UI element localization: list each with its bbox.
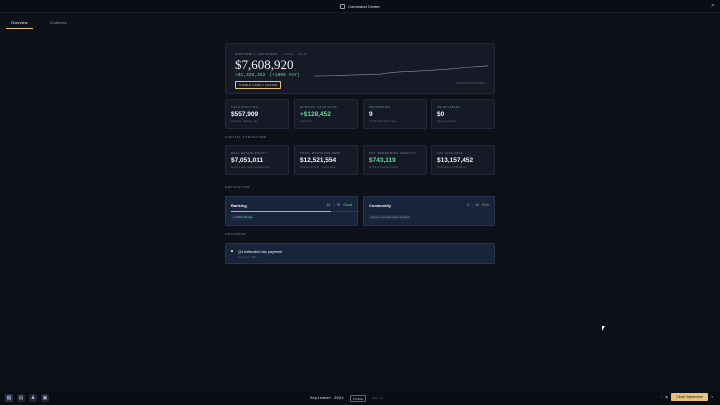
status-badge: STABLE FAMILY OFFICE <box>235 81 282 89</box>
capital-real-estate-equity: REAL ESTATE EQUITY $7,051,011 Property v… <box>225 145 289 175</box>
tab-bar: Overview Channels <box>6 18 72 29</box>
trash-icon[interactable]: ▤ <box>17 394 25 402</box>
banking-note: + 0.25% LOC rate <box>231 215 255 220</box>
calendar-icon[interactable]: ▣ <box>41 394 49 402</box>
reputation-community[interactable]: Community 0 → 10 Risk Attend 1 event this… <box>363 196 495 226</box>
mouse-cursor <box>602 326 605 331</box>
capital-mortgage-debt: TOTAL MORTGAGE DEBT $12,521,554 Portfoli… <box>294 145 358 175</box>
upcoming-heading: UPCOMING <box>225 232 247 236</box>
window-title: Command Center <box>348 3 380 9</box>
sparkline-caption: 12-MONTH NET WORTH <box>455 82 485 85</box>
taskbar: ▦ ▤ ♟ ▣ September 2034 STABLE Day 30 ‹ ◉… <box>0 391 720 405</box>
banking-progress-bar <box>231 211 359 212</box>
reputation-heading: REPUTATION <box>225 185 250 189</box>
tab-channels[interactable]: Channels <box>45 18 72 29</box>
app-icon <box>340 3 346 9</box>
net-worth-card: HARTWELL HOLDINGS · 5 areas Sep 30 $7,608,… <box>225 43 495 94</box>
bullet-icon <box>231 250 233 252</box>
date-display: September 2034 STABLE Day 30 <box>310 395 383 402</box>
capital-loc-available: LOC AVAILABLE $13,157,452 $2.3M drawn of… <box>431 145 495 175</box>
metric-properties: PROPERTIES 9 $7,075,158 portfolio value <box>363 99 427 129</box>
metric-cash-position: CASH POSITION $557,909 Checking · Saving… <box>225 99 289 129</box>
users-icon[interactable]: ♟ <box>29 394 37 402</box>
status-badge-small: STABLE <box>349 395 367 402</box>
net-worth-value: $7,608,920 <box>235 57 294 72</box>
record-icon[interactable]: ◉ <box>665 395 668 399</box>
upcoming-item[interactable]: Q4 estimated tax payment Due in Oct · $4… <box>225 243 495 264</box>
close-icon[interactable]: ✕ <box>711 3 715 9</box>
community-note: Attend 1 event this quarter to unlock <box>369 215 412 220</box>
entity-label: HARTWELL HOLDINGS · 5 areas Sep 30 <box>235 52 308 56</box>
net-worth-sparkline <box>314 65 488 77</box>
metric-monthly-cash-flow: MONTHLY CASH FLOW +$128,452 Last month <box>294 99 358 129</box>
title-bar: Command Center ✕ <box>0 0 720 13</box>
tab-overview[interactable]: Overview <box>6 18 33 29</box>
metric-receivables: RECEIVABLES $0 None outstanding <box>431 99 495 129</box>
chevron-down-icon[interactable]: ▾ <box>711 395 713 399</box>
net-worth-change: +$1,328,452 (+100% YoY) <box>235 73 300 78</box>
grid-icon[interactable]: ▦ <box>5 394 13 402</box>
capital-structure-heading: CAPITAL STRUCTURE <box>225 135 267 139</box>
capital-borrowing-capacity: EST. BORROWING CAPACITY $743,119 at 75% … <box>363 145 427 175</box>
back-icon[interactable]: ‹ <box>661 395 662 399</box>
reputation-banking[interactable]: Banking 61 → 78 Good + 0.25% LOC rate <box>225 196 359 226</box>
close-month-button[interactable]: Close September <box>671 393 709 401</box>
